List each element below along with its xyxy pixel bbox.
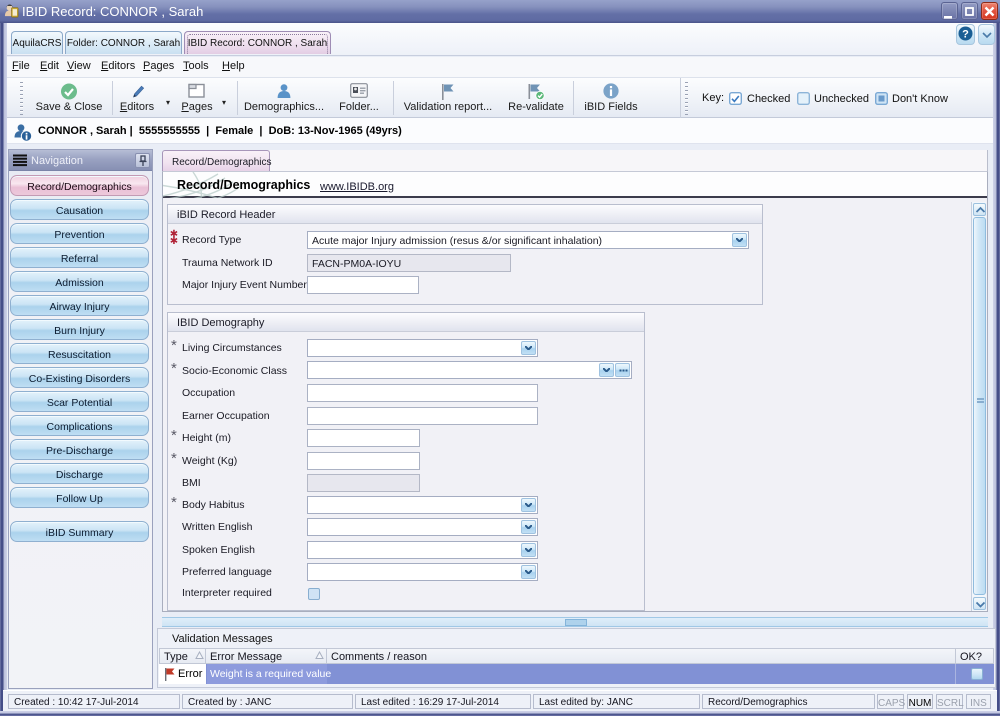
svg-text:?: ? bbox=[962, 29, 969, 41]
